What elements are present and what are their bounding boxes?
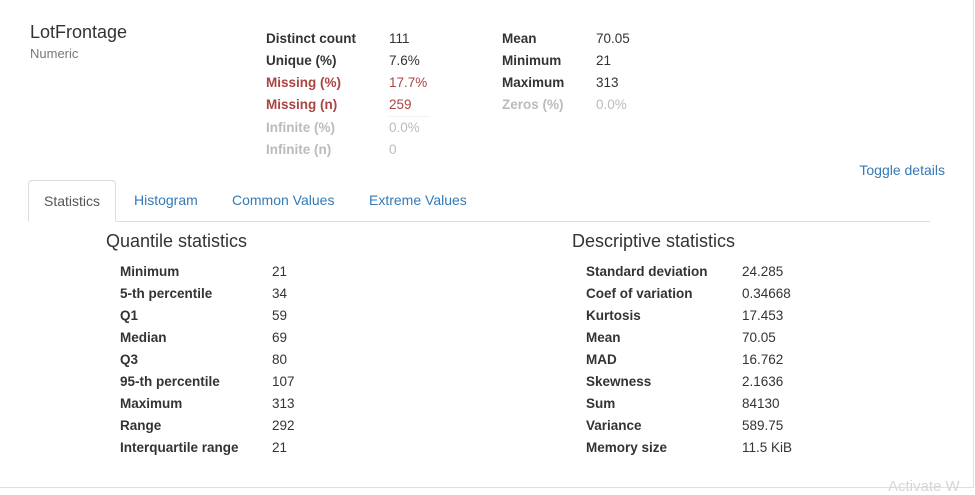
- overview-row: Minimum 21: [502, 50, 630, 72]
- quantile-row: Interquartile range 21: [120, 437, 295, 459]
- quantile-row: Range 292: [120, 415, 295, 437]
- stat-value: 292: [272, 418, 295, 433]
- stat-value: 21: [272, 264, 288, 279]
- stat-value: 17.453: [742, 308, 784, 323]
- tab-histogram[interactable]: Histogram: [119, 180, 213, 221]
- stat-label: Infinite (%): [266, 119, 335, 135]
- stat-label: Infinite (n): [266, 142, 332, 157]
- tab-statistics[interactable]: Statistics: [28, 180, 117, 222]
- descriptive-row: MAD 16.762: [586, 349, 792, 371]
- quantile-row: Q1 59: [120, 305, 295, 327]
- stat-value: 7.6%: [389, 53, 420, 68]
- stat-value: 70.05: [742, 330, 776, 345]
- tab-common-values[interactable]: Common Values: [217, 180, 349, 221]
- quantile-statistics-title: Quantile statistics: [106, 231, 248, 251]
- overview-row: Mean 70.05: [502, 28, 630, 50]
- stat-label: Maximum: [502, 75, 565, 90]
- stat-value: 0.0%: [596, 97, 627, 112]
- overview-row: Infinite (n) 0: [266, 139, 429, 161]
- stat-value: 589.75: [742, 418, 784, 433]
- stat-label: Interquartile range: [120, 440, 239, 455]
- stat-label: 95-th percentile: [120, 374, 220, 389]
- descriptive-row: Sum 84130: [586, 393, 792, 415]
- overview-row: Unique (%) 7.6%: [266, 50, 429, 72]
- stat-label: Unique (%): [266, 53, 337, 68]
- descriptive-row: Kurtosis 17.453: [586, 305, 792, 327]
- stat-label: Standard deviation: [586, 264, 708, 279]
- stat-value: 21: [596, 53, 612, 68]
- stat-value: 111: [389, 31, 410, 46]
- stat-label: 5-th percentile: [120, 286, 213, 301]
- descriptive-statistics-title: Descriptive statistics: [572, 231, 736, 251]
- stat-label: Q1: [120, 308, 139, 323]
- stat-value: 313: [596, 75, 619, 90]
- stat-value: 69: [272, 330, 288, 345]
- overview-row: Maximum 313: [502, 72, 630, 94]
- quantile-statistics-table: Minimum 21 5-th percentile 34 Q1 59 Median 69 Q3…: [120, 261, 295, 459]
- overview-row: Missing (n) 259: [266, 94, 429, 117]
- quantile-row: Q3 80: [120, 349, 295, 371]
- stat-value: 2.1636: [742, 374, 784, 389]
- stat-label: Maximum: [120, 396, 183, 411]
- quantile-row: Median 69: [120, 327, 295, 349]
- stat-label: Missing (n): [266, 97, 338, 113]
- quantile-row: 95-th percentile 107: [120, 371, 295, 393]
- stat-value: 80: [272, 352, 288, 367]
- stat-label: Missing (%): [266, 75, 342, 90]
- descriptive-row: Standard deviation 24.285: [586, 261, 792, 283]
- descriptive-row: Memory size 11.5 KiB: [586, 437, 792, 459]
- stat-label: Kurtosis: [586, 308, 641, 323]
- overview-row: Zeros (%) 0.0%: [502, 94, 630, 116]
- stat-label: Mean: [586, 330, 621, 345]
- activate-windows-watermark: Activate W: [888, 478, 960, 495]
- stat-label: Distinct count: [266, 31, 356, 46]
- stat-value: 70.05: [596, 31, 630, 46]
- stat-value: 11.5 KiB: [742, 440, 793, 455]
- tab-bar: Statistics Histogram Common Values Extre…: [28, 180, 930, 222]
- stat-value: 84130: [742, 396, 780, 411]
- stat-value: 313: [272, 396, 295, 411]
- stat-value: 107: [272, 374, 295, 389]
- stat-value: 0.0%: [389, 120, 420, 135]
- stat-label: Minimum: [120, 264, 180, 279]
- quantile-row: 5-th percentile 34: [120, 283, 295, 305]
- overview-row: Infinite (%) 0.0%: [266, 117, 429, 140]
- stat-label: Minimum: [502, 53, 562, 68]
- stat-label: Mean: [502, 31, 537, 46]
- stat-value: 21: [272, 440, 288, 455]
- descriptive-row: Variance 589.75: [586, 415, 792, 437]
- stat-label: Sum: [586, 396, 616, 411]
- stat-value: 34: [272, 286, 288, 301]
- descriptive-statistics-table: Standard deviation 24.285 Coef of variatio…: [586, 261, 792, 459]
- stat-label: Skewness: [586, 374, 652, 389]
- overview-row: Distinct count 111: [266, 28, 429, 50]
- overview-table-right: Mean 70.05 Minimum 21 Maximum 313 Zeros (%) 0.0…: [502, 28, 630, 116]
- stat-value: 59: [272, 308, 288, 323]
- descriptive-row: Coef of variation 0.34668: [586, 283, 792, 305]
- stat-label: Variance: [586, 418, 642, 433]
- stat-label: Q3: [120, 352, 139, 367]
- variable-name: LotFrontage: [30, 22, 128, 42]
- variable-type: Numeric: [30, 46, 79, 61]
- stat-label: Coef of variation: [586, 286, 693, 301]
- overview-row: Missing (%) 17.7%: [266, 72, 429, 94]
- stat-label: Median: [120, 330, 167, 345]
- descriptive-row: Skewness 2.1636: [586, 371, 792, 393]
- quantile-row: Minimum 21: [120, 261, 295, 283]
- stat-value: 0: [389, 142, 397, 157]
- stat-value: 24.285: [742, 264, 784, 279]
- stat-value: 16.762: [742, 352, 784, 367]
- descriptive-row: Mean 70.05: [586, 327, 792, 349]
- tab-extreme-values[interactable]: Extreme Values: [354, 180, 482, 221]
- stat-value: 0.34668: [742, 286, 791, 301]
- stat-label: MAD: [586, 352, 617, 367]
- stat-value: 17.7%: [389, 75, 428, 90]
- stat-value: 259: [389, 94, 429, 117]
- quantile-row: Maximum 313: [120, 393, 295, 415]
- stat-label: Zeros (%): [502, 97, 564, 112]
- toggle-details-link[interactable]: Toggle details: [859, 162, 945, 178]
- overview-table-left: Distinct count 111 Unique (%) 7.6% Missing (…: [266, 28, 429, 161]
- stat-label: Memory size: [586, 440, 668, 455]
- stat-label: Range: [120, 418, 162, 433]
